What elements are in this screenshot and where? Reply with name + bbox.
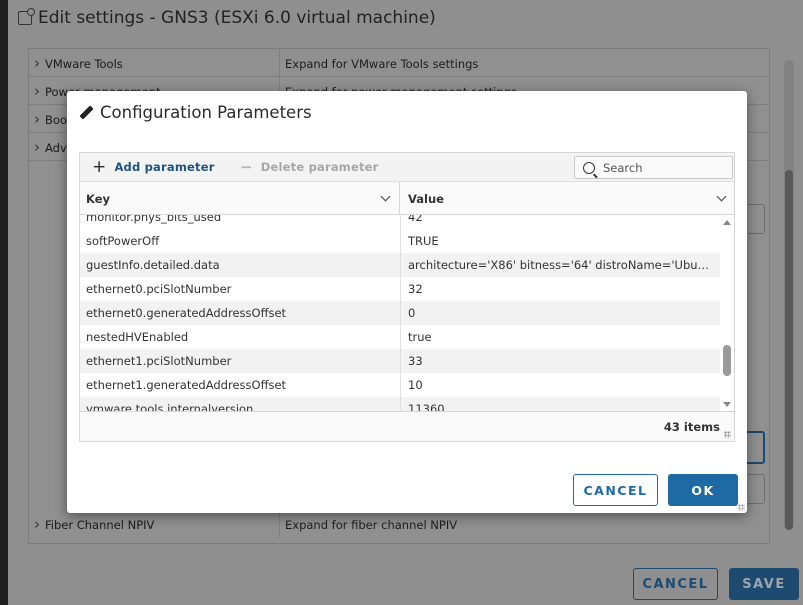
column-header-key[interactable]: Key [80, 182, 400, 215]
row-value: 11360 [408, 402, 445, 411]
column-divider [279, 49, 280, 77]
vm-settings-icon [18, 8, 35, 25]
row-key: ethernet0.generatedAddressOffset [86, 306, 287, 320]
search-input[interactable] [603, 160, 723, 175]
table-row[interactable]: vmware.tools.internalversion 11360 [80, 397, 720, 411]
settings-row-vmware-tools[interactable]: VMware Tools Expand for VMware Tools set… [29, 49, 769, 77]
dialog-title: Configuration Parameters [79, 103, 312, 122]
delete-parameter-label: Delete parameter [260, 160, 379, 174]
table-row[interactable]: monitor.phys_bits_used 42 [80, 215, 720, 229]
search-box[interactable] [574, 156, 733, 179]
row-key: ethernet0.pciSlotNumber [86, 282, 232, 296]
row-key: ethernet1.pciSlotNumber [86, 354, 232, 368]
settings-row-fiber-channel-npiv[interactable]: Fiber Channel NPIV Expand for fiber chan… [29, 510, 769, 538]
table-row[interactable]: softPowerOff TRUE [80, 229, 720, 253]
cancel-button[interactable]: CANCEL [573, 474, 658, 506]
table-row[interactable]: nestedHVEnabled true [80, 325, 720, 349]
pencil-icon [79, 106, 93, 120]
cell-divider [400, 373, 401, 397]
grid-footer: 43 items [80, 411, 734, 441]
table-row[interactable]: ethernet1.generatedAddressOffset 10 [80, 373, 720, 397]
column-header-value[interactable]: Value [400, 182, 735, 215]
delete-parameter-button[interactable]: − Delete parameter [240, 157, 379, 176]
chevron-down-icon[interactable] [716, 191, 727, 202]
scrollbar-thumb[interactable] [723, 345, 731, 376]
table-row[interactable]: ethernet0.pciSlotNumber 32 [80, 277, 720, 301]
edit-settings-save-button[interactable]: SAVE [729, 568, 799, 600]
column-divider [279, 510, 280, 538]
settings-row-key: Adv [34, 138, 67, 156]
settings-row-value: Expand for fiber channel NPIV [285, 518, 458, 532]
grid-body: monitor.phys_bits_used 42 softPowerOff T… [80, 215, 734, 411]
item-count: 43 items [663, 420, 720, 434]
row-value: TRUE [408, 234, 439, 248]
search-icon [583, 161, 595, 174]
edit-settings-title-text: Edit settings - GNS3 (ESXi 6.0 virtual m… [38, 8, 436, 28]
grid-scrollbar[interactable] [720, 215, 734, 411]
cell-divider [400, 277, 401, 301]
row-key: nestedHVEnabled [86, 330, 189, 344]
grid-toolbar: + Add parameter − Delete parameter [80, 153, 734, 182]
cell-divider [400, 229, 401, 253]
parameters-grid: + Add parameter − Delete parameter Key V… [79, 152, 735, 442]
cell-divider [400, 349, 401, 373]
minus-icon: − [240, 157, 253, 176]
edit-settings-cancel-button[interactable]: CANCEL [633, 568, 718, 600]
settings-row-key: Fiber Channel NPIV [34, 515, 154, 533]
grid-header: Key Value [80, 182, 734, 215]
scroll-down-arrow-icon[interactable] [723, 402, 731, 407]
cell-divider [400, 253, 401, 277]
cell-divider [400, 325, 401, 349]
add-parameter-label: Add parameter [114, 160, 215, 174]
settings-row-value: Expand for VMware Tools settings [285, 57, 479, 71]
row-value: architecture='X86' bitness='64' distroNa… [408, 258, 713, 272]
row-key: monitor.phys_bits_used [86, 215, 222, 224]
row-key: vmware.tools.internalversion [86, 402, 254, 411]
row-value: true [408, 330, 432, 344]
background-left-edge [0, 0, 8, 605]
edit-settings-title: Edit settings - GNS3 (ESXi 6.0 virtual m… [18, 8, 436, 28]
edit-settings-scrollbar[interactable] [784, 60, 794, 530]
configuration-parameters-dialog: Configuration Parameters + Add parameter… [67, 91, 747, 513]
row-value: 32 [408, 282, 423, 296]
chevron-down-icon[interactable] [380, 191, 391, 202]
cell-divider [400, 397, 401, 411]
dialog-title-text: Configuration Parameters [100, 103, 312, 122]
settings-row-key: VMware Tools [34, 54, 123, 72]
table-row[interactable]: ethernet1.pciSlotNumber 33 [80, 349, 720, 373]
table-row[interactable]: ethernet0.generatedAddressOffset 0 [80, 301, 720, 325]
scrollbar-thumb[interactable] [785, 170, 793, 530]
grid-resize-handle[interactable] [724, 431, 731, 438]
row-value: 33 [408, 354, 423, 368]
settings-row-key: Boo [34, 110, 67, 128]
ok-button[interactable]: OK [668, 474, 738, 506]
row-key: ethernet1.generatedAddressOffset [86, 378, 287, 392]
scroll-up-arrow-icon[interactable] [723, 220, 731, 225]
column-header-key-label: Key [86, 192, 111, 206]
cell-divider [400, 301, 401, 325]
table-row[interactable]: guestInfo.detailed.data architecture='X8… [80, 253, 720, 277]
cell-divider [400, 215, 401, 229]
grid-rows: monitor.phys_bits_used 42 softPowerOff T… [80, 215, 720, 411]
plus-icon: + [92, 156, 107, 177]
row-key: guestInfo.detailed.data [86, 258, 220, 272]
dialog-resize-handle[interactable] [738, 504, 745, 511]
row-key: softPowerOff [86, 234, 160, 248]
row-value: 0 [408, 306, 416, 320]
row-value: 10 [408, 378, 423, 392]
add-parameter-button[interactable]: + Add parameter [92, 156, 215, 177]
column-header-value-label: Value [408, 192, 444, 206]
row-value: 42 [408, 215, 423, 224]
